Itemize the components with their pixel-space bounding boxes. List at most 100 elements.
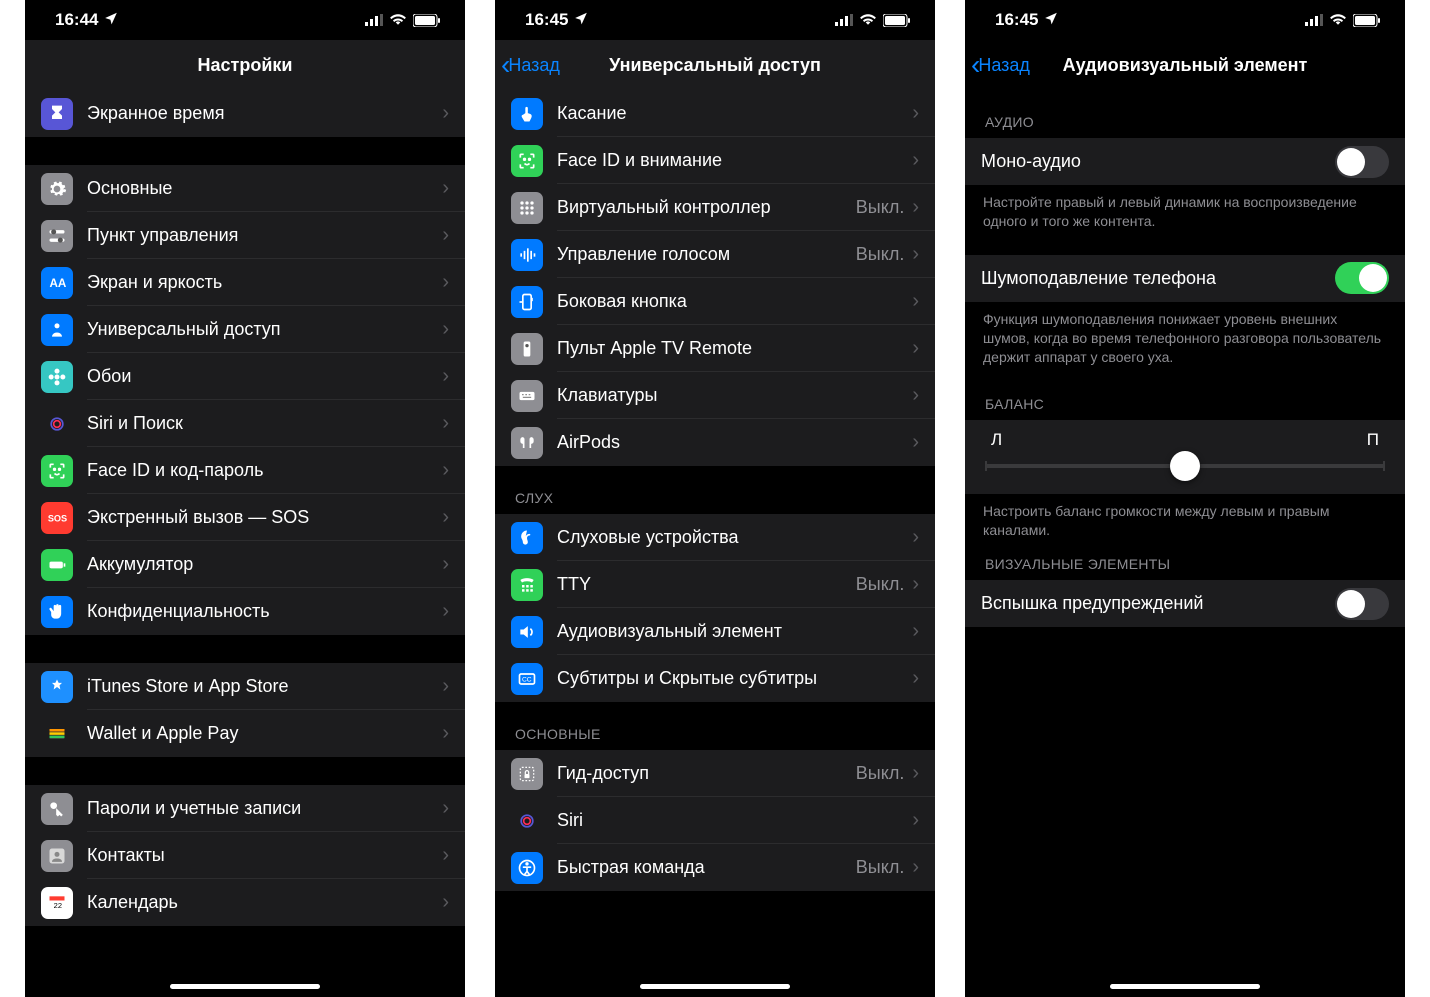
row-пароли-и-учетные-записи[interactable]: Пароли и учетные записи› xyxy=(25,785,465,832)
status-time: 16:45 xyxy=(525,10,568,30)
chevron-right-icon: › xyxy=(442,318,449,341)
noise-cancel-toggle[interactable] xyxy=(1335,262,1389,294)
cc-icon: CC xyxy=(511,663,543,695)
balance-footer: Настроить баланс громкости между левым и… xyxy=(965,494,1405,546)
audio-icon xyxy=(511,616,543,648)
svg-text:AA: AA xyxy=(50,277,67,290)
mono-audio-toggle[interactable] xyxy=(1335,146,1389,178)
accessibility-list[interactable]: Касание›Face ID и внимание›Виртуальный к… xyxy=(495,90,935,997)
row-flash-alerts[interactable]: Вспышка предупреждений xyxy=(965,580,1405,627)
row-label: Слуховые устройства xyxy=(557,527,912,548)
chevron-right-icon: › xyxy=(912,573,919,596)
row-face-id-и-внимание[interactable]: Face ID и внимание› xyxy=(495,137,935,184)
row-label: Экстренный вызов — SOS xyxy=(87,507,442,528)
row-экранное-время[interactable]: Экранное время› xyxy=(25,90,465,137)
row-wallet-и-apple-pay[interactable]: Wallet и Apple Pay› xyxy=(25,710,465,757)
row-управление-голосом[interactable]: Управление голосомВыкл.› xyxy=(495,231,935,278)
chevron-right-icon: › xyxy=(442,177,449,200)
chevron-right-icon: › xyxy=(442,459,449,482)
row-контакты[interactable]: Контакты› xyxy=(25,832,465,879)
row-гид-доступ[interactable]: Гид-доступВыкл.› xyxy=(495,750,935,797)
row-виртуальный-контроллер[interactable]: Виртуальный контроллерВыкл.› xyxy=(495,184,935,231)
row-аудиовизуальный-элемент[interactable]: Аудиовизуальный элемент› xyxy=(495,608,935,655)
location-icon xyxy=(574,10,588,30)
chevron-right-icon: › xyxy=(912,809,919,832)
row-label: Siri xyxy=(557,810,912,831)
row-mono-audio[interactable]: Моно-аудио xyxy=(965,138,1405,185)
row-экстренный-вызов-sos[interactable]: SOSЭкстренный вызов — SOS› xyxy=(25,494,465,541)
siri-icon xyxy=(41,408,73,440)
chevron-right-icon: › xyxy=(442,271,449,294)
row-основные[interactable]: Основные› xyxy=(25,165,465,212)
row-airpods[interactable]: AirPods› xyxy=(495,419,935,466)
row-касание[interactable]: Касание› xyxy=(495,90,935,137)
section-visual: ВИЗУАЛЬНЫЕ ЭЛЕМЕНТЫ xyxy=(965,546,1405,580)
status-time: 16:45 xyxy=(995,10,1038,30)
row-value: Выкл. xyxy=(856,197,905,218)
voice-icon xyxy=(511,239,543,271)
chevron-right-icon: › xyxy=(912,243,919,266)
faceid-icon xyxy=(41,455,73,487)
row-label: Календарь xyxy=(87,892,442,913)
audiovisual-list[interactable]: АУДИО Моно-аудио Настройте правый и левы… xyxy=(965,90,1405,997)
hourglass-icon xyxy=(41,98,73,130)
row-siri[interactable]: Siri› xyxy=(495,797,935,844)
appstore-icon xyxy=(41,671,73,703)
row-универсальный-доступ[interactable]: Универсальный доступ› xyxy=(25,306,465,353)
row-label: Клавиатуры xyxy=(557,385,912,406)
row-label: Обои xyxy=(87,366,442,387)
row-быстрая-команда[interactable]: Быстрая командаВыкл.› xyxy=(495,844,935,891)
row-пульт-apple-tv-remote[interactable]: Пульт Apple TV Remote› xyxy=(495,325,935,372)
row-label: Управление голосом xyxy=(557,244,856,265)
chevron-right-icon: › xyxy=(912,290,919,313)
back-label: Назад xyxy=(978,55,1030,76)
chevron-right-icon: › xyxy=(912,196,919,219)
row-tty[interactable]: TTYВыкл.› xyxy=(495,561,935,608)
row-обои[interactable]: Обои› xyxy=(25,353,465,400)
chevron-right-icon: › xyxy=(442,600,449,623)
home-indicator[interactable] xyxy=(170,984,320,989)
flash-toggle[interactable] xyxy=(1335,588,1389,620)
hand-icon xyxy=(41,596,73,628)
chevron-right-icon: › xyxy=(912,431,919,454)
row-siri-и-поиск[interactable]: Siri и Поиск› xyxy=(25,400,465,447)
back-button[interactable]: ‹ Назад xyxy=(501,51,560,79)
row-label: iTunes Store и App Store xyxy=(87,676,442,697)
home-indicator[interactable] xyxy=(640,984,790,989)
row-itunes-store-и-app-store[interactable]: iTunes Store и App Store› xyxy=(25,663,465,710)
location-icon xyxy=(104,10,118,30)
status-icons xyxy=(835,14,911,27)
row-value: Выкл. xyxy=(856,857,905,878)
keyboard-icon xyxy=(511,380,543,412)
chevron-right-icon: › xyxy=(442,844,449,867)
back-button[interactable]: ‹ Назад xyxy=(971,51,1030,79)
row-боковая-кнопка[interactable]: Боковая кнопка› xyxy=(495,278,935,325)
row-слуховые-устройства[interactable]: Слуховые устройства› xyxy=(495,514,935,561)
row-label: Пульт Apple TV Remote xyxy=(557,338,912,359)
grid-icon xyxy=(511,192,543,224)
balance-thumb[interactable] xyxy=(1170,451,1200,481)
calendar-icon: 22 xyxy=(41,887,73,919)
row-конфиденциальность[interactable]: Конфиденциальность› xyxy=(25,588,465,635)
row-экран-и-яркость[interactable]: AAЭкран и яркость› xyxy=(25,259,465,306)
nav-title: Универсальный доступ xyxy=(609,55,821,76)
balance-slider[interactable] xyxy=(985,464,1385,468)
noise-footer: Функция шумоподавления понижает уровень … xyxy=(965,302,1405,373)
row-face-id-и-код-пароль[interactable]: Face ID и код-пароль› xyxy=(25,447,465,494)
airpods-icon xyxy=(511,427,543,459)
row-noise-cancel[interactable]: Шумоподавление телефона xyxy=(965,255,1405,302)
row-аккумулятор[interactable]: Аккумулятор› xyxy=(25,541,465,588)
access-icon xyxy=(511,852,543,884)
row-субтитры-и-скрытые-субтитры[interactable]: CCСубтитры и Скрытые субтитры› xyxy=(495,655,935,702)
row-пункт-управления[interactable]: Пункт управления› xyxy=(25,212,465,259)
row-label: Аудиовизуальный элемент xyxy=(557,621,912,642)
noise-cancel-label: Шумоподавление телефона xyxy=(981,268,1335,289)
ear-icon xyxy=(511,522,543,554)
remote-icon xyxy=(511,333,543,365)
settings-list[interactable]: Экранное время› Основные›Пункт управлени… xyxy=(25,90,465,997)
chevron-right-icon: › xyxy=(912,667,919,690)
row-календарь[interactable]: 22Календарь› xyxy=(25,879,465,926)
home-indicator[interactable] xyxy=(1110,984,1260,989)
mono-footer: Настройте правый и левый динамик на восп… xyxy=(965,185,1405,237)
row-клавиатуры[interactable]: Клавиатуры› xyxy=(495,372,935,419)
